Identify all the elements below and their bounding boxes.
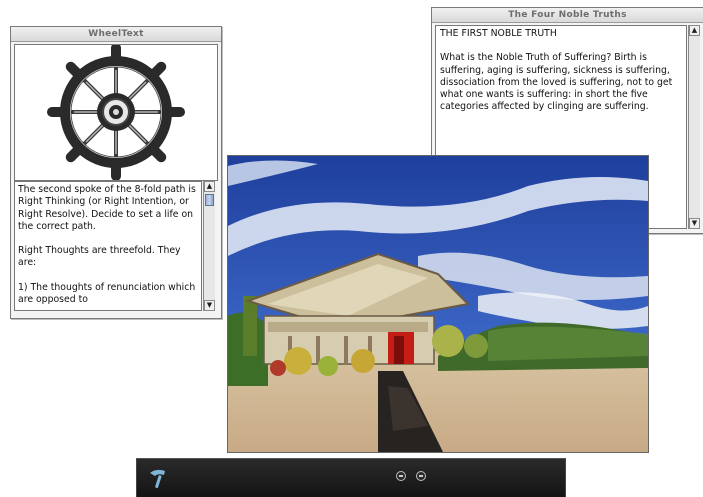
scroll-down-arrow-icon[interactable]: ▼ [689, 218, 700, 229]
scroll-thumb[interactable] [205, 194, 214, 206]
circle-control-icon[interactable] [396, 471, 406, 481]
temple-image [227, 155, 649, 453]
dharma-wheel-icon [47, 43, 185, 181]
noble-truth-heading: THE FIRST NOBLE TRUTH [440, 28, 557, 39]
wheeltext-window: WheelText The second spoke of the 8-fold… [10, 26, 222, 319]
wheeltext-scrollbar[interactable]: ▲ ▼ [203, 181, 215, 311]
wheel-paragraph-3: 1) The thoughts of renunciation which ar… [18, 281, 196, 306]
scroll-up-arrow-icon[interactable]: ▲ [689, 25, 700, 36]
circle-control-icon[interactable] [416, 471, 426, 481]
wheeltext-title[interactable]: WheelText [11, 27, 221, 42]
wheel-paragraph-1: The second spoke of the 8-fold path is R… [18, 184, 196, 232]
scroll-up-arrow-icon[interactable]: ▲ [204, 181, 215, 192]
wheel-paragraph-2: Right Thoughts are threefold. They are: [18, 245, 181, 269]
noble-truths-scrollbar[interactable]: ▲ ▼ [688, 25, 700, 229]
wheeltext-body[interactable]: The second spoke of the 8-fold path is R… [14, 181, 202, 311]
noble-truth-text: What is the Noble Truth of Suffering? Bi… [440, 52, 673, 113]
player-bar [136, 458, 566, 497]
noble-truths-title[interactable]: The Four Noble Truths [432, 8, 703, 23]
scroll-down-arrow-icon[interactable]: ▼ [204, 300, 215, 311]
wheel-image-pane [14, 43, 218, 181]
hammer-logo-icon[interactable] [147, 467, 169, 489]
